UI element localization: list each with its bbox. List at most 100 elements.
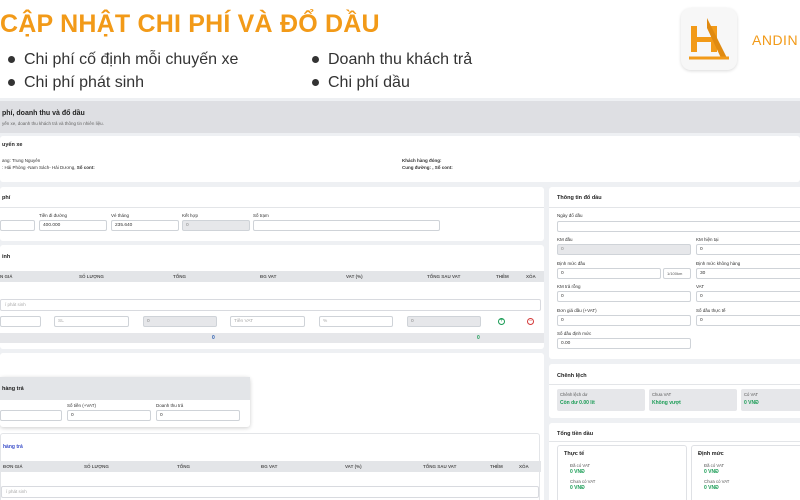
norm-label: Định mức đầu — [557, 261, 586, 266]
fuel-date-input[interactable] — [557, 221, 800, 232]
extra-cost-total-after-vat-input[interactable]: 0 — [407, 316, 481, 327]
diff-no-vat-value: Không vượt — [652, 400, 681, 406]
popup-title: hàng trả — [2, 386, 24, 392]
bullet-item: Chi phí phát sinh — [4, 71, 238, 94]
customer-payment-link[interactable]: hàng trả — [3, 444, 23, 450]
presentation-banner: CẬP NHẬT CHI PHÍ VÀ ĐỔ DẦU Chi phí cố đị… — [0, 0, 800, 98]
difference-card: Chênh lệch Chênh lệch dư Còn dư 0.00 lít… — [549, 364, 800, 418]
banner-title: CẬP NHẬT CHI PHÍ VÀ ĐỔ DẦU — [0, 10, 380, 38]
page-header: phí, doanh thu và đổ dầu yến xe, doanh t… — [0, 101, 800, 133]
driver-value: Trung Nguyên — [11, 158, 41, 163]
norm-no-vat-label: Chưa có VAT — [704, 479, 730, 484]
extra-cost-unit-price-input[interactable] — [0, 316, 41, 327]
vat-label: VAT — [696, 284, 705, 289]
fixed-field-0-input[interactable] — [0, 220, 35, 231]
diff-tile-no-vat: Chưa VAT Không vượt — [649, 389, 737, 411]
divider — [549, 441, 800, 442]
station-count-input[interactable] — [253, 220, 440, 231]
norm-money-box: Định mức Đã có VAT 0 VNĐ Chưa có VAT 0 V… — [691, 445, 800, 500]
route-value: Hải Phòng -Nam Sách- Hải Dương, — [4, 165, 76, 170]
total-value: 0 — [212, 335, 215, 341]
customer-payment-popup: hàng trả Số tiền (+VAT) Doanh thu trả 0 … — [0, 377, 250, 427]
col-total-after-vat: TỔNG SAU VAT — [423, 464, 457, 469]
diff-with-vat-value: 0 VNĐ — [744, 400, 759, 406]
fuel-money-card: Tổng tiền dầu Thực tế Đã có VAT 0 VNĐ Ch… — [549, 423, 800, 500]
add-row-icon[interactable]: + — [498, 318, 505, 325]
col-delete: XÓA — [526, 274, 536, 279]
app-screenshot: phí, doanh thu và đổ dầu yến xe, doanh t… — [0, 98, 800, 500]
cont-label: Số cont: — [76, 165, 95, 170]
diff-tile-remaining: Chênh lệch dư Còn dư 0.00 lít — [557, 389, 645, 411]
norm-empty-label: Định mức không hàng — [696, 261, 741, 266]
brand-name: ANDIN — [752, 32, 799, 48]
extra-cost-card: inh N GIÁ SỐ LƯỢNG TỔNG ĐG VAT VAT (%) T… — [0, 245, 544, 349]
diff-no-vat-label: Chưa VAT — [652, 392, 672, 397]
norm-with-vat-value: 0 VNĐ — [704, 469, 719, 475]
revenue-paid-input[interactable]: 0 — [156, 410, 240, 421]
customer-label: Khách hàng đóng: — [402, 158, 442, 163]
col-add: THÊM — [496, 274, 509, 279]
delete-row-icon[interactable]: − — [527, 318, 534, 325]
km-empty-input[interactable]: 0 — [557, 291, 691, 302]
col-delete: XÓA — [519, 464, 529, 469]
monthly-ticket-input[interactable]: 235.640 — [111, 220, 179, 231]
revenue-item-input[interactable]: í phát sinh — [1, 486, 539, 498]
trip-info-card: uyến xe ang: Trung Nguyên : Hải Phòng -N… — [0, 136, 800, 182]
actual-fuel-label: Số dầu thực tế — [696, 308, 726, 313]
extra-cost-name-input[interactable]: í phát sinh — [0, 299, 541, 311]
total-after-vat-value: 0 — [477, 335, 480, 341]
norm-input[interactable]: 0 — [557, 268, 661, 279]
norm-unit: 1/100km — [663, 268, 691, 279]
bullet-list-right: Doanh thu khách trả Chi phí dầu — [308, 48, 472, 94]
diff-remaining-value: Còn dư 0.00 lít — [560, 400, 595, 406]
divider — [0, 207, 544, 208]
km-now-input[interactable]: 0 — [696, 244, 800, 255]
km-start-input[interactable]: 0 — [557, 244, 691, 255]
extra-cost-vat-price-input[interactable]: Tiền VAT — [230, 316, 305, 327]
norm-empty-input[interactable]: 30 — [696, 268, 800, 279]
extra-cost-qty-input[interactable]: SL — [54, 316, 129, 327]
fixed-cost-title: phí — [2, 195, 11, 201]
revenue-card: hàng trả Số tiền (+VAT) Doanh thu trả 0 … — [0, 353, 544, 500]
col-unit-price: ĐƠN GIÁ — [3, 464, 23, 469]
col-vat-percent: VAT (%) — [345, 464, 362, 469]
vat-input[interactable]: 0 — [696, 291, 800, 302]
extra-cost-vat-percent-input[interactable]: % — [319, 316, 393, 327]
combined-label: Kết hợp — [182, 213, 198, 218]
route-line: : Hải Phòng -Nam Sách- Hải Dương, Số con… — [2, 165, 95, 170]
fixed-cost-card: phí Tiền đi đường Vé tháng Kết hợp Số tr… — [0, 187, 544, 241]
amount-vat-label: Số tiền (+VAT) — [67, 403, 96, 408]
unit-price-input[interactable]: 0 — [557, 315, 691, 326]
andin-logo-icon — [681, 8, 737, 70]
km-start-label: KM đầu — [557, 237, 573, 242]
cont2-label: , Số cont: — [432, 165, 453, 170]
actual-fuel-input[interactable]: 0 — [696, 315, 800, 326]
divider — [549, 207, 800, 208]
driver-line: ang: Trung Nguyên — [2, 158, 40, 163]
col-total-after-vat: TỔNG SAU VAT — [427, 274, 461, 279]
norm-fuel-input[interactable]: 0.00 — [557, 338, 691, 349]
actual-money-title: Thực tế — [564, 451, 585, 457]
bullet-list-left: Chi phí cố định mỗi chuyến xe Chi phí ph… — [4, 48, 238, 94]
bullet-item: Doanh thu khách trả — [308, 48, 472, 71]
road-fee-input[interactable]: 400.000 — [39, 220, 107, 231]
amount-vat-input[interactable]: 0 — [67, 410, 151, 421]
revenue-paid-label: Doanh thu trả — [156, 403, 184, 408]
col-total: TỔNG — [177, 464, 190, 469]
col-total: TỔNG — [173, 274, 186, 279]
divider — [549, 384, 800, 385]
diff-remaining-label: Chênh lệch dư — [560, 392, 588, 397]
norm-with-vat-label: Đã có VAT — [704, 463, 725, 468]
difference-title: Chênh lệch — [557, 373, 587, 379]
customer-line: Khách hàng đóng: — [402, 158, 442, 163]
extra-cost-table-header: N GIÁ SỐ LƯỢNG TỔNG ĐG VAT VAT (%) TỔNG … — [0, 271, 544, 282]
col-unit-price: N GIÁ — [0, 274, 13, 279]
fuel-info-title: Thông tin đổ dầu — [557, 195, 602, 201]
popup-field-0-input[interactable] — [0, 410, 62, 421]
norm-fuel-label: Số dầu định mức — [557, 331, 592, 336]
km-empty-label: KM trả rỗng — [557, 284, 581, 289]
combined-input[interactable]: 0 — [182, 220, 250, 231]
page-title: phí, doanh thu và đổ dầu — [2, 110, 85, 117]
extra-cost-total-input[interactable]: 0 — [143, 316, 217, 327]
col-add: THÊM — [490, 464, 503, 469]
